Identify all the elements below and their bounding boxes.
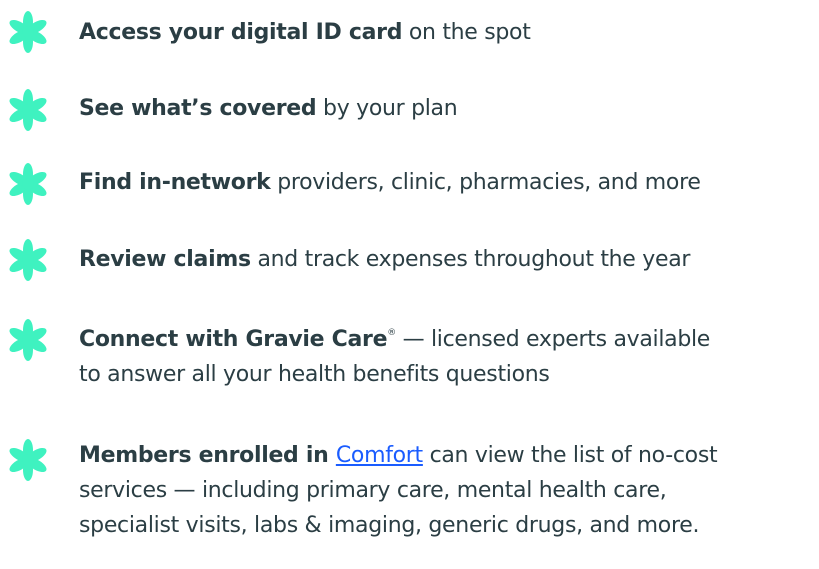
list-item-rest: can view the list of no-cost xyxy=(422,443,718,468)
list-item-text: Find in-network providers, clinic, pharm… xyxy=(79,165,819,200)
list-item-bold: Connect with Gravie Care xyxy=(79,327,388,352)
asterisk-flower-icon xyxy=(6,438,50,482)
list-item-rest: on the spot xyxy=(402,20,531,45)
list-item-bold: Review claims xyxy=(79,247,251,272)
registered-mark: ® xyxy=(387,327,396,338)
asterisk-flower-icon xyxy=(6,10,50,54)
list-item-text: Members enrolled in Comfort can view the… xyxy=(79,438,819,543)
list-item-line2: services — including primary care, menta… xyxy=(79,478,667,503)
comfort-link[interactable]: Comfort xyxy=(336,443,423,468)
list-item-text: Access your digital ID card on the spot xyxy=(79,15,819,50)
list-item-text: See what’s covered by your plan xyxy=(79,91,819,126)
list-item-rest: providers, clinic, pharmacies, and more xyxy=(270,170,701,195)
list-item-bold: Find in-network xyxy=(79,170,271,195)
list-item-text: Review claims and track expenses through… xyxy=(79,242,819,277)
list-item-rest: by your plan xyxy=(316,96,458,121)
list-item-line2: to answer all your health benefits quest… xyxy=(79,362,550,387)
asterisk-flower-icon xyxy=(6,88,50,132)
asterisk-flower-icon xyxy=(6,238,50,282)
list-item-bold: See what’s covered xyxy=(79,96,317,121)
list-item-line3: specialist visits, labs & imaging, gener… xyxy=(79,513,700,538)
asterisk-flower-icon xyxy=(6,162,50,206)
asterisk-flower-icon xyxy=(6,318,50,362)
list-item-text: Connect with Gravie Care® — licensed exp… xyxy=(79,322,819,392)
list-item-bold: Access your digital ID card xyxy=(79,20,403,45)
list-item-bold: Members enrolled in xyxy=(79,443,336,468)
list-item-rest: — licensed experts available xyxy=(395,327,711,352)
list-item-rest: and track expenses throughout the year xyxy=(250,247,691,272)
